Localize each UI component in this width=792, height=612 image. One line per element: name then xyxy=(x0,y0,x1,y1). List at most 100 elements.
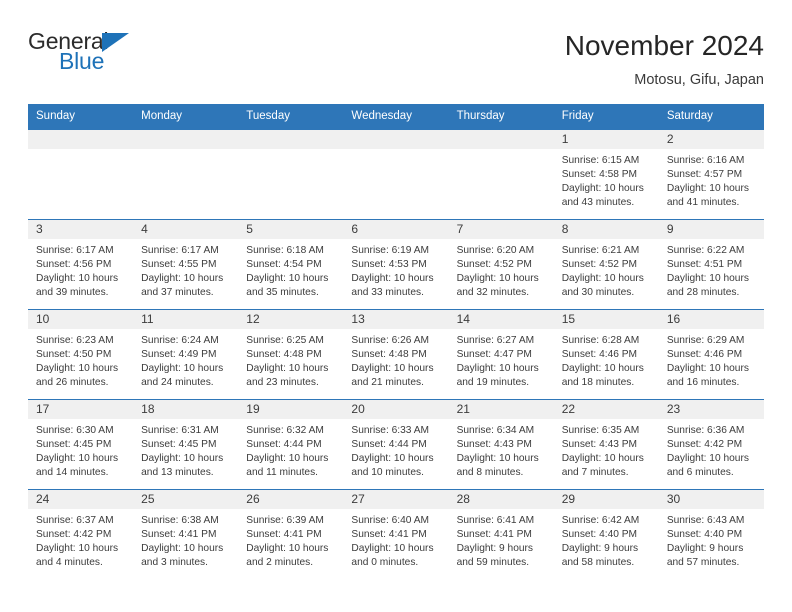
day-cell[interactable]: 3 Sunrise: 6:17 AM Sunset: 4:56 PM Daylight… xyxy=(28,219,134,309)
day-cell[interactable]: 10 Sunrise: 6:23 AM Sunset: 4:50 PM Dayligh… xyxy=(28,309,134,399)
daylight-text: Daylight: 10 hours and 37 minutes. xyxy=(141,273,224,299)
day-cell[interactable]: 20 Sunrise: 6:33 AM Sunset: 4:44 PM Dayligh… xyxy=(343,399,449,489)
calendar-page: General Blue November 2024 Motosu, Gifu,… xyxy=(0,0,792,612)
sunrise-text: Sunrise: 6:32 AM xyxy=(246,424,324,436)
day-number: 12 xyxy=(238,309,344,329)
daylight-text: Daylight: 10 hours and 7 minutes. xyxy=(561,453,644,479)
day-number: 18 xyxy=(133,399,239,419)
sunrise-text: Sunrise: 6:22 AM xyxy=(666,244,745,256)
day-cell[interactable]: 30 Sunrise: 6:43 AM Sunset: 4:40 PM Dayligh… xyxy=(658,489,764,579)
calendar-week-row: 17 Sunrise: 6:30 AM Sunset: 4:45 PM Dayligh… xyxy=(28,398,764,489)
day-number: 1 xyxy=(553,129,659,149)
day-cell[interactable]: 29 Sunrise: 6:42 AM Sunset: 4:40 PM Dayligh… xyxy=(553,489,659,579)
sunrise-text: Sunrise: 6:29 AM xyxy=(666,334,745,346)
day-cell[interactable]: 26 Sunrise: 6:39 AM Sunset: 4:41 PM Dayligh… xyxy=(238,489,344,579)
day-details: Sunrise: 6:30 AM Sunset: 4:45 PM Daylight:… xyxy=(28,419,133,481)
day-cell[interactable]: 14 Sunrise: 6:27 AM Sunset: 4:47 PM Dayligh… xyxy=(448,309,554,399)
logo-text-blue: Blue xyxy=(59,48,105,74)
sunrise-text: Sunrise: 6:23 AM xyxy=(36,334,114,346)
day-cell[interactable]: 15 Sunrise: 6:28 AM Sunset: 4:46 PM Dayligh… xyxy=(553,309,659,399)
day-cell[interactable]: 27 Sunrise: 6:40 AM Sunset: 4:41 PM Dayligh… xyxy=(343,489,449,579)
day-number: 23 xyxy=(658,399,764,419)
sunrise-text: Sunrise: 6:42 AM xyxy=(561,514,640,526)
day-cell-empty xyxy=(238,129,344,219)
day-cell[interactable]: 9 Sunrise: 6:22 AM Sunset: 4:51 PM Daylight… xyxy=(658,219,764,309)
title-block: November 2024 Motosu, Gifu, Japan xyxy=(565,30,764,88)
weekday-header-tuesday: Tuesday xyxy=(246,110,290,122)
day-cell[interactable]: 16 Sunrise: 6:29 AM Sunset: 4:46 PM Dayligh… xyxy=(658,309,764,399)
day-details: Sunrise: 6:16 AM Sunset: 4:57 PM Daylight:… xyxy=(659,149,764,211)
calendar-week-row: 3 Sunrise: 6:17 AM Sunset: 4:56 PM Daylight… xyxy=(28,218,764,309)
weekday-header-monday: Monday xyxy=(141,110,183,122)
day-cell[interactable]: 12 Sunrise: 6:25 AM Sunset: 4:48 PM Dayligh… xyxy=(238,309,344,399)
sunrise-text: Sunrise: 6:38 AM xyxy=(141,514,219,526)
sunset-text: Sunset: 4:56 PM xyxy=(36,259,112,270)
day-details: Sunrise: 6:32 AM Sunset: 4:44 PM Daylight:… xyxy=(238,419,343,481)
day-details: Sunrise: 6:19 AM Sunset: 4:53 PM Daylight:… xyxy=(343,239,448,301)
sunrise-text: Sunrise: 6:40 AM xyxy=(351,514,430,526)
day-details: Sunrise: 6:43 AM Sunset: 4:40 PM Daylight:… xyxy=(659,509,764,571)
day-number: 24 xyxy=(28,489,134,509)
sunset-text: Sunset: 4:47 PM xyxy=(456,349,532,360)
day-number: 6 xyxy=(343,219,449,239)
day-details: Sunrise: 6:27 AM Sunset: 4:47 PM Daylight:… xyxy=(449,329,554,391)
day-number: 27 xyxy=(343,489,449,509)
day-cell[interactable]: 4 Sunrise: 6:17 AM Sunset: 4:55 PM Daylight… xyxy=(133,219,239,309)
sunset-text: Sunset: 4:49 PM xyxy=(141,349,217,360)
sunrise-text: Sunrise: 6:39 AM xyxy=(246,514,324,526)
day-details: Sunrise: 6:24 AM Sunset: 4:49 PM Daylight:… xyxy=(133,329,238,391)
day-cell[interactable]: 11 Sunrise: 6:24 AM Sunset: 4:49 PM Dayligh… xyxy=(133,309,239,399)
day-details: Sunrise: 6:20 AM Sunset: 4:52 PM Daylight:… xyxy=(449,239,554,301)
day-number xyxy=(133,129,239,149)
daylight-text: Daylight: 10 hours and 30 minutes. xyxy=(561,273,644,299)
day-cell[interactable]: 28 Sunrise: 6:41 AM Sunset: 4:41 PM Dayligh… xyxy=(448,489,554,579)
day-cell[interactable]: 24 Sunrise: 6:37 AM Sunset: 4:42 PM Dayligh… xyxy=(28,489,134,579)
sunset-text: Sunset: 4:41 PM xyxy=(246,529,322,540)
daylight-text: Daylight: 10 hours and 2 minutes. xyxy=(246,543,329,569)
calendar-week-row: 1 Sunrise: 6:15 AM Sunset: 4:58 PM Daylight… xyxy=(28,129,764,219)
sunset-text: Sunset: 4:43 PM xyxy=(456,439,532,450)
day-cell[interactable]: 6 Sunrise: 6:19 AM Sunset: 4:53 PM Daylight… xyxy=(343,219,449,309)
day-cell[interactable]: 2 Sunrise: 6:16 AM Sunset: 4:57 PM Daylight… xyxy=(658,129,764,219)
day-cell[interactable]: 19 Sunrise: 6:32 AM Sunset: 4:44 PM Dayligh… xyxy=(238,399,344,489)
day-cell[interactable]: 13 Sunrise: 6:26 AM Sunset: 4:48 PM Dayligh… xyxy=(343,309,449,399)
sunset-text: Sunset: 4:43 PM xyxy=(561,439,638,450)
daylight-text: Daylight: 10 hours and 18 minutes. xyxy=(561,363,644,389)
day-cell[interactable]: 25 Sunrise: 6:38 AM Sunset: 4:41 PM Dayligh… xyxy=(133,489,239,579)
day-details: Sunrise: 6:21 AM Sunset: 4:52 PM Daylight:… xyxy=(554,239,659,301)
sunset-text: Sunset: 4:51 PM xyxy=(666,259,743,270)
day-details: Sunrise: 6:42 AM Sunset: 4:40 PM Daylight:… xyxy=(554,509,659,571)
daylight-text: Daylight: 10 hours and 8 minutes. xyxy=(456,453,539,479)
sunrise-text: Sunrise: 6:21 AM xyxy=(561,244,640,256)
sunrise-text: Sunrise: 6:41 AM xyxy=(456,514,535,526)
day-cell[interactable]: 1 Sunrise: 6:15 AM Sunset: 4:58 PM Daylight… xyxy=(553,129,659,219)
weekday-header-friday: Friday xyxy=(561,110,594,122)
page-title: November 2024 xyxy=(564,30,764,61)
day-details: Sunrise: 6:17 AM Sunset: 4:55 PM Daylight:… xyxy=(133,239,238,301)
day-cell[interactable]: 21 Sunrise: 6:34 AM Sunset: 4:43 PM Dayligh… xyxy=(448,399,554,489)
sunrise-text: Sunrise: 6:17 AM xyxy=(36,244,114,256)
day-number: 29 xyxy=(553,489,659,509)
calendar-grid: Sunday Monday Tuesday Wednesday Thursday Frid… xyxy=(28,104,764,579)
sunset-text: Sunset: 4:44 PM xyxy=(246,439,322,450)
day-cell[interactable]: 18 Sunrise: 6:31 AM Sunset: 4:45 PM Dayligh… xyxy=(133,399,239,489)
day-cell[interactable]: 5 Sunrise: 6:18 AM Sunset: 4:54 PM Daylight… xyxy=(238,219,344,309)
day-number: 10 xyxy=(28,309,134,329)
day-cell[interactable]: 22 Sunrise: 6:35 AM Sunset: 4:43 PM Dayligh… xyxy=(553,399,659,489)
day-cell[interactable]: 17 Sunrise: 6:30 AM Sunset: 4:45 PM Dayligh… xyxy=(28,399,134,489)
daylight-text: Daylight: 10 hours and 28 minutes. xyxy=(666,273,749,299)
day-number: 20 xyxy=(343,399,449,419)
day-details: Sunrise: 6:26 AM Sunset: 4:48 PM Daylight:… xyxy=(343,329,448,391)
day-cell-empty xyxy=(28,129,134,219)
sunrise-text: Sunrise: 6:28 AM xyxy=(561,334,640,346)
daylight-text: Daylight: 9 hours and 57 minutes. xyxy=(666,543,744,569)
sunrise-text: Sunrise: 6:16 AM xyxy=(666,154,745,166)
sunrise-text: Sunrise: 6:26 AM xyxy=(351,334,430,346)
day-details: Sunrise: 6:36 AM Sunset: 4:42 PM Daylight:… xyxy=(659,419,764,481)
sunset-text: Sunset: 4:40 PM xyxy=(561,529,638,540)
day-cell[interactable]: 7 Sunrise: 6:20 AM Sunset: 4:52 PM Daylight… xyxy=(448,219,554,309)
daylight-text: Daylight: 10 hours and 14 minutes. xyxy=(36,453,119,479)
day-cell[interactable]: 23 Sunrise: 6:36 AM Sunset: 4:42 PM Dayligh… xyxy=(658,399,764,489)
day-cell[interactable]: 8 Sunrise: 6:21 AM Sunset: 4:52 PM Daylight… xyxy=(553,219,659,309)
daylight-text: Daylight: 10 hours and 0 minutes. xyxy=(351,543,434,569)
